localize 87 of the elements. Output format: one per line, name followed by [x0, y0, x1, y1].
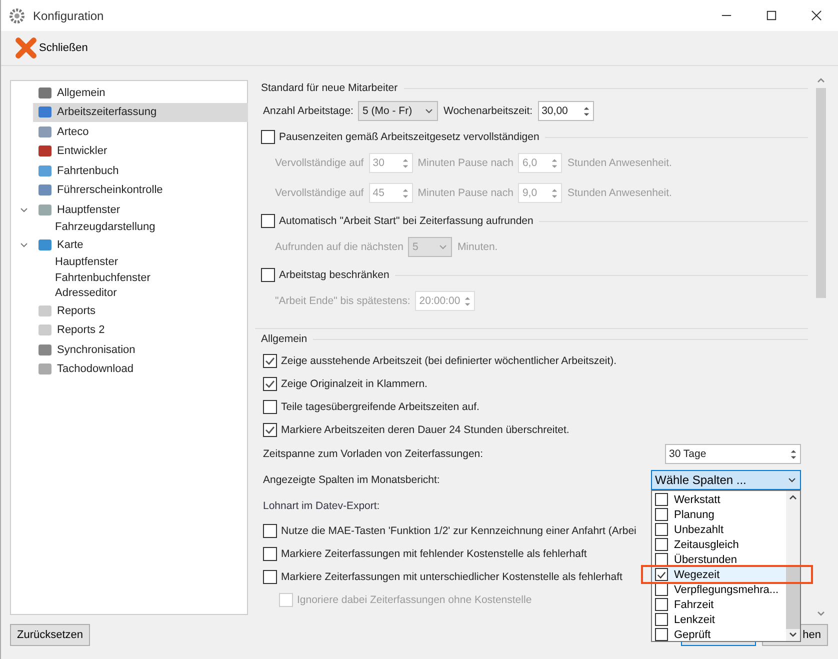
column-option[interactable]: Zeitausgleich	[652, 537, 786, 552]
tree-item[interactable]: Karte	[11, 235, 247, 254]
days-combo[interactable]: 5 (Mo - Fr)	[358, 101, 438, 121]
spin-arrows-icon	[402, 186, 409, 200]
field-label: Minuten.	[457, 241, 498, 253]
column-option[interactable]: Überstunden	[652, 552, 786, 567]
item-icon	[37, 236, 53, 253]
option-checkbox[interactable]: Zeige Originalzeit in Klammern.	[263, 372, 428, 395]
column-option[interactable]: Wegezeit	[652, 567, 786, 582]
item-icon	[37, 124, 53, 140]
spin-arrows-icon	[464, 294, 472, 308]
group-checkbox[interactable]: Arbeitstag beschränken	[261, 268, 390, 282]
column-option[interactable]: Fahrzeit	[652, 597, 786, 612]
spin-arrows-icon	[551, 186, 558, 200]
spin-arrows-icon	[551, 156, 558, 170]
field-label: Minuten Pause nach	[418, 187, 514, 199]
item-icon	[37, 361, 53, 378]
close-button[interactable]: Schließen	[13, 35, 90, 61]
tree-item[interactable]: Führerscheinkontrolle	[11, 180, 247, 200]
item-icon	[37, 162, 53, 179]
column-option[interactable]: Lenkzeit	[652, 612, 786, 627]
chevron-icon	[438, 242, 448, 252]
field-label: Wochenarbeitszeit:	[443, 105, 533, 117]
item-icon	[37, 202, 53, 218]
chevron-icon	[424, 106, 434, 116]
field-label: Aufrunden auf die nächsten	[275, 241, 404, 253]
spin-arrows-icon	[402, 156, 409, 170]
tree-item[interactable]: Hauptfenster	[11, 254, 247, 270]
check-icon	[656, 569, 667, 581]
tree-item[interactable]: Synchronisation	[11, 340, 247, 360]
x-icon	[15, 37, 37, 59]
group-checkbox[interactable]: Automatisch "Arbeit Start" bei Zeiterfassung aufrunden	[261, 214, 534, 228]
tree-item[interactable]: Tachodownload	[11, 360, 247, 379]
field-label: Stunden Anwesenheit.	[567, 157, 672, 169]
tree-item[interactable]: Arteco	[11, 122, 247, 142]
tree-item[interactable]: Reports	[11, 301, 247, 320]
maximize-icon[interactable]	[766, 10, 777, 21]
option-checkbox[interactable]: Markiere Zeiterfassungen mit fehlender Kostenstelle als fehlerhaft	[263, 542, 587, 565]
tree-item[interactable]: Adresseditor	[11, 286, 247, 301]
field-label: Stunden Anwesenheit.	[567, 187, 672, 199]
spin-arrows-icon	[582, 104, 590, 118]
reset-button[interactable]: Zurücksetzen	[10, 624, 90, 646]
tree-item[interactable]: Reports 2	[11, 320, 247, 340]
hours-spinbox[interactable]: 30,00	[538, 101, 594, 121]
section-title: Allgemein	[261, 333, 308, 345]
tree-item[interactable]: Entwickler	[11, 142, 247, 161]
gear-icon	[9, 8, 25, 24]
close-icon[interactable]	[811, 10, 822, 21]
tree-item[interactable]: Allgemein	[11, 83, 247, 102]
field-label: Zeitspanne zum Vorladen von Zeiterfassungen:	[263, 448, 484, 460]
tree-item[interactable]: Fahrzeugdarstellung	[11, 220, 247, 235]
tree-item[interactable]: Fahrtenbuch	[11, 161, 247, 180]
preload-spinbox[interactable]: 30 Tage	[665, 444, 801, 464]
tree-item[interactable]: Fahrtenbuchfenster	[11, 270, 247, 286]
option-checkbox[interactable]: Markiere Arbeitszeiten deren Dauer 24 Stunden überschreitet.	[263, 418, 570, 441]
scrollbar[interactable]	[786, 491, 800, 641]
section-label: Lohnart im Datev-Export:	[263, 500, 380, 512]
chevron-icon	[787, 475, 797, 485]
item-icon	[37, 182, 53, 198]
field-label: Angezeigte Spalten im Monatsbericht:	[263, 474, 440, 486]
tree-item[interactable]: Hauptfenster	[11, 200, 247, 220]
column-option[interactable]: Unbezahlt	[652, 522, 786, 537]
column-option[interactable]: Verpflegungsmehra...	[652, 582, 786, 597]
window-title: Konfiguration	[33, 8, 104, 22]
field-label: Vervollständige auf	[275, 157, 364, 169]
field-label: Anzahl Arbeitstage:	[263, 105, 354, 117]
columns-dropdown[interactable]: Wähle Spalten ...	[651, 470, 801, 490]
section-title: Standard für neue Mitarbeiter	[261, 82, 398, 94]
item-icon	[37, 302, 53, 319]
tree-item[interactable]: Arbeitszeiterfassung	[33, 102, 248, 122]
column-option[interactable]: Werkstatt	[652, 492, 786, 507]
field-label: Vervollständige auf	[275, 187, 364, 199]
item-icon	[37, 104, 53, 120]
option-checkbox[interactable]: Markiere Zeiterfassungen mit unterschiedlicher Kostenstelle als fehlerhaft	[263, 565, 622, 588]
option-checkbox[interactable]: Nutze die MAE-Tasten 'Funktion 1/2' zur Kennzeichnung einer Anfahrt (Arbei	[263, 519, 636, 542]
item-icon	[37, 342, 53, 358]
column-option[interactable]: Geprüft	[652, 627, 786, 642]
item-icon	[37, 322, 53, 338]
option-checkbox[interactable]: Teile tagesübergreifende Arbeitszeiten auf.	[263, 395, 480, 418]
field-label: Minuten Pause nach	[418, 157, 514, 169]
column-option[interactable]: Planung	[652, 507, 786, 522]
item-icon	[37, 143, 53, 160]
group-checkbox[interactable]: Pausenzeiten gemäß Arbeitszeitgesetz vervollständigen	[261, 130, 540, 144]
field-label: "Arbeit Ende" bis spätestens:	[275, 295, 410, 307]
option-checkbox[interactable]: Zeige ausstehende Arbeitszeit (bei definierter wöchentlicher Arbeitszeit).	[263, 349, 617, 372]
spin-arrows-icon	[790, 448, 797, 460]
item-icon	[37, 84, 53, 101]
